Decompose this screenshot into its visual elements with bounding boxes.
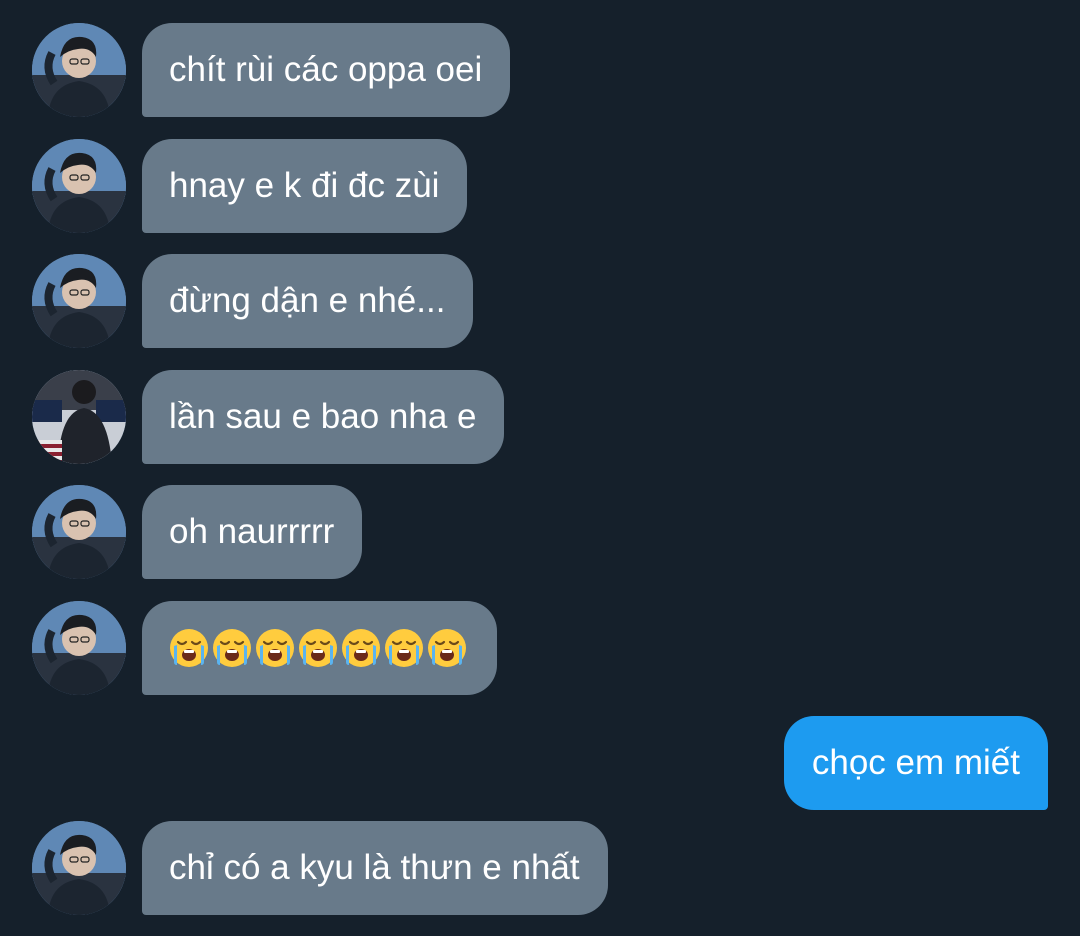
avatar[interactable] [32, 254, 126, 348]
message-bubble[interactable]: chít rùi các oppa oei [142, 23, 511, 117]
loudly-crying-face-icon [299, 629, 337, 667]
message-bubble[interactable]: chỉ có a kyu là thưn e nhất [142, 821, 608, 915]
message-row: lần sau e bao nha e [0, 370, 1080, 466]
message-text: chỉ có a kyu là thưn e nhất [169, 848, 580, 887]
message-bubble-outgoing[interactable]: chọc em miết [783, 716, 1048, 810]
message-text: chọc em miết [811, 743, 1020, 782]
message-bubble[interactable]: lần sau e bao nha e [142, 370, 505, 464]
message-row: chít rùi các oppa oei [0, 23, 1080, 119]
message-text: chít rùi các oppa oei [169, 50, 483, 89]
avatar[interactable] [32, 485, 126, 579]
loudly-crying-face-icon [170, 629, 208, 667]
emoji-row [168, 601, 469, 695]
loudly-crying-face-icon [342, 629, 380, 667]
message-text: hnay e k đi đc zùi [169, 166, 440, 205]
loudly-crying-face-icon [213, 629, 251, 667]
loudly-crying-face-icon [385, 629, 423, 667]
message-row: chỉ có a kyu là thưn e nhất [0, 821, 1080, 917]
message-row: đừng dận e nhé... [0, 254, 1080, 350]
message-row [0, 601, 1080, 697]
avatar[interactable] [32, 139, 126, 233]
message-row: chọc em miết [0, 716, 1080, 812]
message-text: đừng dận e nhé... [169, 281, 446, 320]
message-bubble[interactable]: đừng dận e nhé... [142, 254, 474, 348]
avatar[interactable] [32, 23, 126, 117]
message-row: hnay e k đi đc zùi [0, 139, 1080, 235]
avatar[interactable] [32, 821, 126, 915]
message-bubble[interactable]: hnay e k đi đc zùi [142, 139, 468, 233]
avatar[interactable] [32, 601, 126, 695]
message-bubble[interactable] [142, 601, 497, 695]
message-text: oh naurrrrr [169, 512, 335, 551]
avatar[interactable] [32, 370, 126, 464]
loudly-crying-face-icon [428, 629, 466, 667]
loudly-crying-face-icon [256, 629, 294, 667]
message-text: lần sau e bao nha e [169, 397, 477, 436]
message-row: oh naurrrrr [0, 485, 1080, 581]
message-bubble[interactable]: oh naurrrrr [142, 485, 363, 579]
